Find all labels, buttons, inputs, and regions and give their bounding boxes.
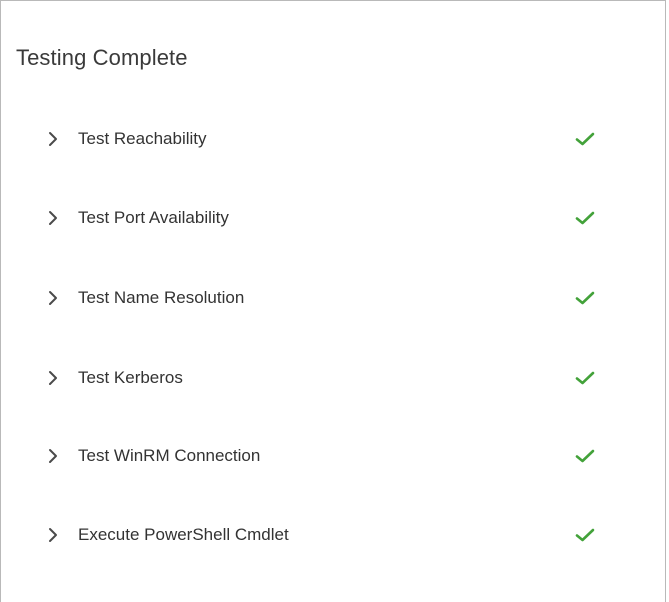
test-row-name-resolution[interactable]: Test Name Resolution — [1, 278, 665, 318]
testing-panel: Testing Complete Test Reachability Test … — [0, 0, 666, 602]
checkmark-icon — [575, 448, 595, 464]
test-label: Test Kerberos — [78, 368, 183, 387]
test-row-kerberos[interactable]: Test Kerberos — [1, 358, 665, 398]
test-label: Test Port Availability — [78, 208, 229, 227]
chevron-right-icon[interactable] — [45, 526, 61, 544]
checkmark-icon — [575, 210, 595, 226]
test-label: Test WinRM Connection — [78, 446, 261, 465]
checkmark-icon — [575, 290, 595, 306]
test-row-port-availability[interactable]: Test Port Availability — [1, 198, 665, 238]
chevron-right-icon[interactable] — [45, 289, 61, 307]
test-label: Test Reachability — [78, 129, 207, 148]
checkmark-icon — [575, 527, 595, 543]
chevron-right-icon[interactable] — [45, 130, 61, 148]
chevron-right-icon[interactable] — [45, 447, 61, 465]
test-row-execute-powershell-cmdlet[interactable]: Execute PowerShell Cmdlet — [1, 515, 665, 555]
checkmark-icon — [575, 370, 595, 386]
chevron-right-icon[interactable] — [45, 369, 61, 387]
chevron-right-icon[interactable] — [45, 209, 61, 227]
test-row-reachability[interactable]: Test Reachability — [1, 119, 665, 159]
panel-title: Testing Complete — [16, 45, 188, 70]
test-row-winrm-connection[interactable]: Test WinRM Connection — [1, 436, 665, 476]
test-label: Execute PowerShell Cmdlet — [78, 525, 289, 544]
checkmark-icon — [575, 131, 595, 147]
test-label: Test Name Resolution — [78, 288, 245, 307]
